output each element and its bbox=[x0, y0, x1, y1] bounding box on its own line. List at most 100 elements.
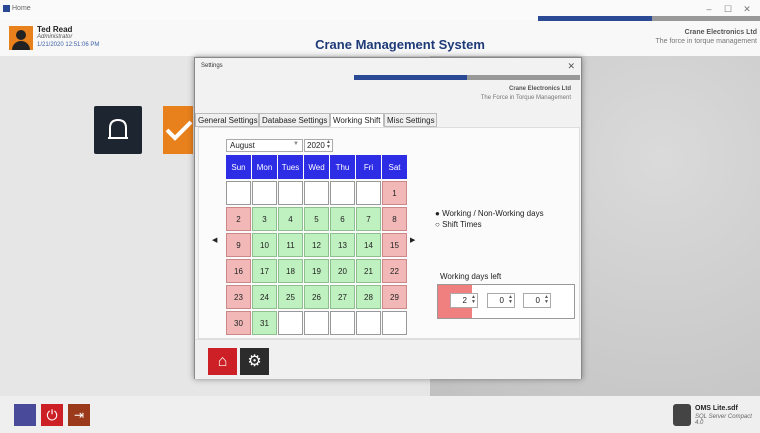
year-stepper[interactable]: 2020 ▲ ▼ bbox=[304, 139, 333, 152]
bell-tile[interactable] bbox=[94, 106, 142, 154]
calendar-day[interactable]: 23 bbox=[226, 285, 251, 309]
calendar-day[interactable] bbox=[356, 311, 381, 335]
gear-icon: ⚙ bbox=[247, 353, 262, 370]
calendar-day[interactable]: 22 bbox=[382, 259, 407, 283]
chevron-down-icon: ▼ bbox=[293, 141, 299, 147]
spin-icon[interactable]: ▲ ▼ bbox=[471, 295, 476, 305]
dialog-close-icon[interactable]: ✕ bbox=[567, 61, 575, 72]
calendar-day[interactable]: 19 bbox=[304, 259, 329, 283]
calendar-day[interactable]: 31 bbox=[252, 311, 277, 335]
brand-bar-blue bbox=[538, 16, 652, 21]
calendar-day[interactable]: 3 bbox=[252, 207, 277, 231]
days-stepper-1[interactable]: 2 ▲ ▼ bbox=[450, 293, 478, 308]
month-select[interactable]: August ▼ bbox=[226, 139, 303, 152]
dialog-brand-bar-blue bbox=[354, 75, 467, 80]
calendar-day[interactable] bbox=[304, 181, 329, 205]
calendar-day[interactable] bbox=[330, 311, 355, 335]
calendar-day[interactable] bbox=[356, 181, 381, 205]
radio-shift-times[interactable]: ○ Shift Times bbox=[435, 220, 482, 229]
weekday-header: Sun bbox=[226, 155, 251, 179]
company-tagline: The force in torque management bbox=[655, 38, 757, 45]
calendar-day[interactable] bbox=[278, 181, 303, 205]
spin-icon[interactable]: ▲ ▼ bbox=[508, 295, 513, 305]
settings-button[interactable]: ⚙ bbox=[240, 348, 269, 375]
database-type: SQL Server Compact 4.0 bbox=[695, 414, 752, 426]
radio-working-days[interactable]: ● Working / Non-Working days bbox=[435, 209, 544, 218]
tab-misc-settings[interactable]: Misc Settings bbox=[384, 113, 437, 127]
database-name: OMS Lite.sdf bbox=[695, 405, 738, 412]
calendar-day[interactable]: 2 bbox=[226, 207, 251, 231]
logout-button[interactable]: ⇥ bbox=[68, 404, 90, 426]
calendar-day[interactable]: 28 bbox=[356, 285, 381, 309]
calendar-day[interactable]: 6 bbox=[330, 207, 355, 231]
calendar-day[interactable]: 7 bbox=[356, 207, 381, 231]
calendar-day[interactable] bbox=[304, 311, 329, 335]
maximize-icon[interactable]: ☐ bbox=[722, 4, 734, 15]
company-name: Crane Electronics Ltd bbox=[684, 29, 757, 36]
bell-icon bbox=[108, 118, 128, 139]
spin-icon[interactable]: ▲ ▼ bbox=[544, 295, 549, 305]
calendar-day[interactable]: 9 bbox=[226, 233, 251, 257]
calendar-day[interactable]: 8 bbox=[382, 207, 407, 231]
tab-general-settings[interactable]: General Settings bbox=[195, 113, 259, 127]
power-icon: ⏻ bbox=[46, 407, 58, 423]
menu-button[interactable] bbox=[14, 404, 36, 426]
calendar-day[interactable]: 11 bbox=[278, 233, 303, 257]
calendar-day[interactable]: 17 bbox=[252, 259, 277, 283]
month-value: August bbox=[230, 141, 255, 150]
calendar-day[interactable]: 30 bbox=[226, 311, 251, 335]
calendar-day[interactable]: 21 bbox=[356, 259, 381, 283]
tab-database-settings[interactable]: Database Settings bbox=[259, 113, 330, 127]
check-icon bbox=[165, 120, 193, 141]
calendar-day[interactable]: 15 bbox=[382, 233, 407, 257]
logout-icon: ⇥ bbox=[73, 408, 85, 422]
calendar-day[interactable]: 25 bbox=[278, 285, 303, 309]
app-icon bbox=[3, 5, 10, 12]
power-button[interactable]: ⏻ bbox=[41, 404, 63, 426]
calendar-day[interactable]: 5 bbox=[304, 207, 329, 231]
weekday-header: Tues bbox=[278, 155, 303, 179]
app-footer bbox=[0, 396, 760, 433]
days-stepper-2[interactable]: 0 ▲ ▼ bbox=[487, 293, 515, 308]
calendar-day[interactable]: 16 bbox=[226, 259, 251, 283]
minimize-icon[interactable]: – bbox=[703, 4, 715, 14]
dialog-brand-bar-grey bbox=[467, 75, 580, 80]
calendar-day[interactable]: 10 bbox=[252, 233, 277, 257]
calendar-day[interactable] bbox=[252, 181, 277, 205]
weekday-header: Fri bbox=[356, 155, 381, 179]
calendar-day[interactable]: 18 bbox=[278, 259, 303, 283]
calendar-day[interactable]: 27 bbox=[330, 285, 355, 309]
home-button[interactable]: ⌂ bbox=[208, 348, 237, 375]
window-title: Home bbox=[12, 5, 31, 12]
calendar-day[interactable]: 4 bbox=[278, 207, 303, 231]
spin-icon[interactable]: ▲ ▼ bbox=[326, 140, 331, 150]
days-value-1: 2 bbox=[462, 296, 467, 305]
working-days-label: Working days left bbox=[440, 272, 502, 281]
calendar-day[interactable]: 14 bbox=[356, 233, 381, 257]
days-stepper-3[interactable]: 0 ▲ ▼ bbox=[523, 293, 551, 308]
calendar-day[interactable] bbox=[226, 181, 251, 205]
prev-month-icon[interactable]: ◀ bbox=[212, 236, 217, 244]
calendar-day[interactable]: 26 bbox=[304, 285, 329, 309]
calendar-day[interactable] bbox=[278, 311, 303, 335]
calendar-day[interactable]: 13 bbox=[330, 233, 355, 257]
calendar-day[interactable]: 20 bbox=[330, 259, 355, 283]
year-value: 2020 bbox=[307, 141, 325, 150]
tab-working-shift[interactable]: Working Shift bbox=[330, 113, 384, 127]
weekday-header: Wed bbox=[304, 155, 329, 179]
check-tile[interactable] bbox=[163, 106, 193, 154]
calendar-day[interactable] bbox=[382, 311, 407, 335]
close-icon[interactable]: ✕ bbox=[741, 4, 753, 15]
brand-bar-grey bbox=[652, 16, 760, 21]
weekday-header: Mon bbox=[252, 155, 277, 179]
calendar-day[interactable] bbox=[330, 181, 355, 205]
calendar-day[interactable]: 29 bbox=[382, 285, 407, 309]
weekday-header: Sat bbox=[382, 155, 407, 179]
calendar-day[interactable]: 12 bbox=[304, 233, 329, 257]
dialog-company: Crane Electronics Ltd bbox=[508, 86, 571, 92]
calendar-day[interactable]: 24 bbox=[252, 285, 277, 309]
username: Ted Read bbox=[37, 25, 73, 34]
days-value-3: 0 bbox=[535, 296, 540, 305]
next-month-icon[interactable]: ▶ bbox=[410, 236, 415, 244]
calendar-day[interactable]: 1 bbox=[382, 181, 407, 205]
